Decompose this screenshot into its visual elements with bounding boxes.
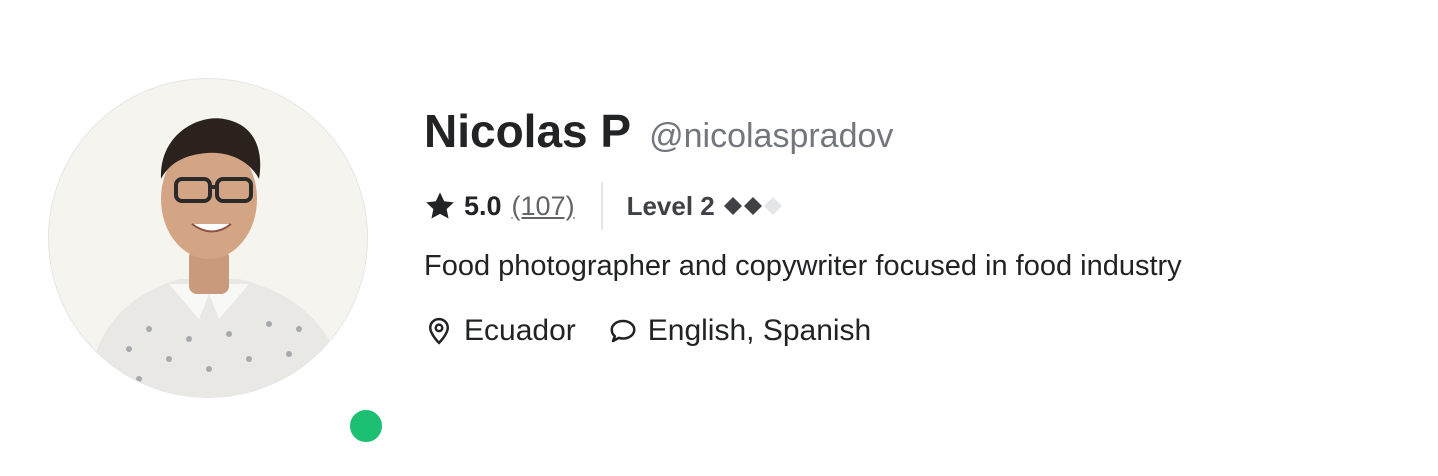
profile-photo xyxy=(49,79,367,397)
profile-meta: Ecuador English, Spanish xyxy=(424,314,871,348)
name-row: Nicolas P @nicolaspradov xyxy=(424,104,893,158)
rating-row: 5.0 (107) Level 2 xyxy=(424,182,783,230)
divider xyxy=(600,182,603,230)
diamond-icon xyxy=(723,197,742,215)
languages: English, Spanish xyxy=(608,314,871,348)
location-pin-icon xyxy=(428,317,450,345)
level-diamonds xyxy=(723,196,783,216)
location: Ecuador xyxy=(424,314,576,348)
diamond-icon xyxy=(743,197,762,215)
profile-username: @nicolaspradov xyxy=(649,117,894,155)
languages-label: English, Spanish xyxy=(647,314,872,347)
profile-tagline: Food photographer and copywriter focused… xyxy=(424,250,1182,282)
star-icon xyxy=(426,192,454,219)
rating-value: 5.0 xyxy=(464,190,502,221)
avatar[interactable] xyxy=(48,78,368,398)
profile-name[interactable]: Nicolas P xyxy=(424,104,631,158)
chat-bubble-icon xyxy=(610,319,636,343)
rating-count-wrapper: (107) xyxy=(512,191,575,222)
online-status-indicator xyxy=(346,406,386,446)
diamond-empty-icon xyxy=(763,197,782,215)
seller-level: Level 2 xyxy=(626,190,715,221)
location-label: Ecuador xyxy=(464,314,576,347)
rating-count-link[interactable]: (107) xyxy=(512,191,575,221)
avatar-container[interactable] xyxy=(48,78,386,446)
